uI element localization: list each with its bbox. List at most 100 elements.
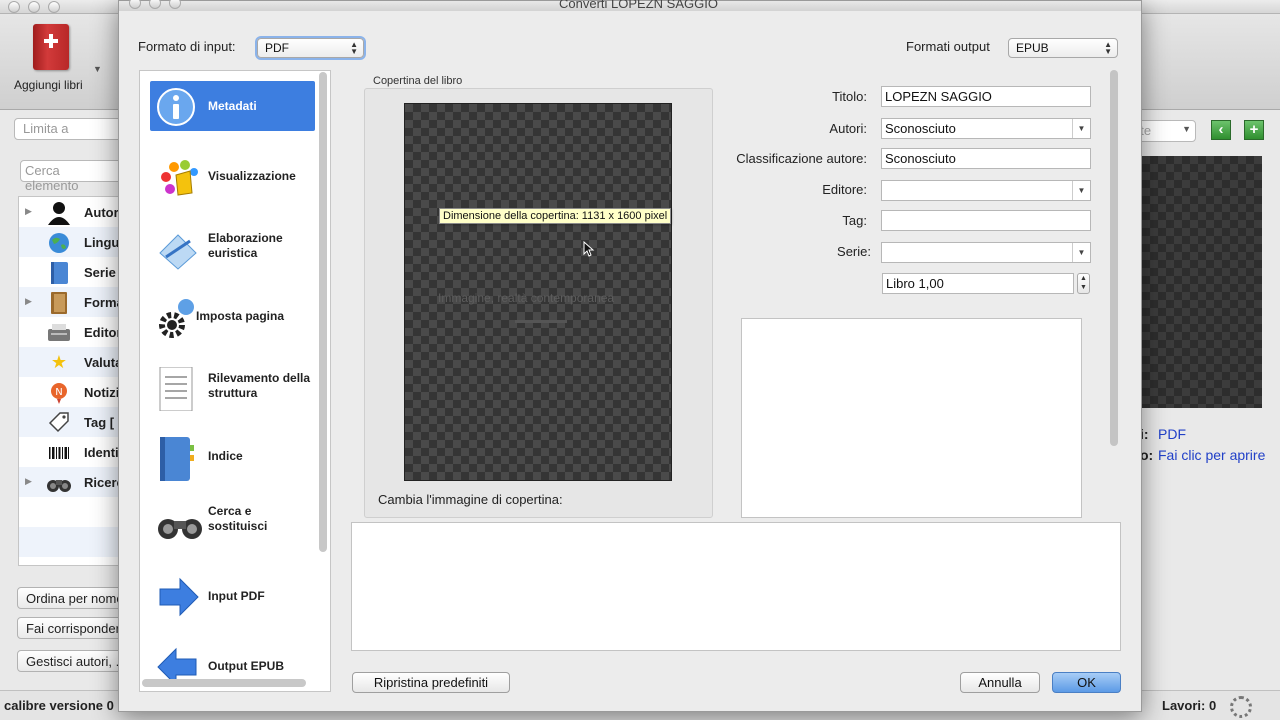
output-format-select[interactable]: EPUB ▲ ▼ (1008, 38, 1118, 58)
book-icon (46, 291, 72, 314)
tag-browser-row-identifiers[interactable]: Identificatori (19, 437, 129, 467)
tag-browser-row-series[interactable]: Serie (19, 257, 129, 287)
document-icon (156, 366, 196, 412)
nav-item-label: Metadati (208, 99, 257, 113)
authors-combo[interactable]: Sconosciuto ▼ (881, 118, 1091, 139)
ok-button[interactable]: OK (1052, 672, 1121, 693)
dialog-minimize-button[interactable] (149, 0, 161, 9)
close-window-button[interactable] (8, 1, 20, 13)
back-arrow-icon[interactable]: ‹ (1211, 120, 1231, 140)
star-icon: ★ (50, 352, 68, 372)
chevron-down-icon[interactable]: ▼ (93, 64, 102, 74)
input-format-value: PDF (265, 41, 289, 55)
globe-icon (46, 231, 72, 253)
restore-defaults-button[interactable]: Ripristina predefiniti (352, 672, 510, 693)
output-format-value: EPUB (1016, 41, 1049, 55)
nav-item-label: Cerca e sostituisci (208, 504, 268, 533)
chevron-down-icon[interactable]: ▼ (1072, 243, 1090, 262)
publisher-label: Editore: (822, 182, 867, 197)
calibre-version-label: calibre versione 0 (4, 698, 114, 713)
nav-item-structure-detection[interactable]: Rilevamento della struttura (150, 361, 315, 412)
jobs-counter[interactable]: Lavori: 0 (1162, 698, 1216, 713)
tag-browser-row-languages[interactable]: Lingue (19, 227, 129, 257)
details-path-link[interactable]: Fai clic per aprire (1158, 447, 1268, 464)
nav-item-metadata[interactable]: Metadati (150, 81, 315, 131)
expand-arrow-icon[interactable]: ▶ (25, 296, 32, 307)
cover-faint-line (515, 320, 567, 323)
chevron-down-icon[interactable]: ▼ (1072, 181, 1090, 200)
up-down-arrows-icon: ▲ ▼ (1104, 40, 1112, 56)
manage-authors-button[interactable]: Gestisci autori, ... (17, 650, 127, 672)
add-books-button-label[interactable]: Aggiungi libri (14, 78, 83, 92)
tag-browser-row-publishers[interactable]: Editori (19, 317, 129, 347)
nav-item-pdf-input[interactable]: Input PDF (150, 571, 315, 621)
cover-faint-title: Immagine, realtà contemporanea (438, 291, 615, 305)
nav-item-page-setup[interactable]: Imposta pagina (150, 291, 315, 341)
busy-spinner-icon (1230, 696, 1252, 718)
nav-item-heuristics[interactable]: Elaborazione euristica (150, 221, 315, 271)
input-format-select[interactable]: PDF ▲ ▼ (257, 38, 364, 58)
nav-item-label: Output EPUB (208, 659, 284, 673)
tag-icon (46, 411, 72, 433)
title-field[interactable]: LOPEZN SAGGIO (881, 86, 1091, 107)
barcode-icon (46, 441, 72, 463)
wand-icon (156, 227, 197, 270)
title-label: Titolo: (832, 89, 867, 104)
sort-by-name-button[interactable]: Ordina per nome (17, 587, 127, 609)
dialog-title: Converti LOPEZN SAGGIO (559, 0, 718, 11)
nav-item-search-replace[interactable]: Cerca e sostituisci (150, 501, 315, 551)
add-books-icon[interactable] (33, 24, 69, 70)
match-button[interactable]: Fai corrispondere (17, 617, 127, 639)
details-formats-link[interactable]: PDF (1158, 426, 1186, 442)
tag-browser-row-rating[interactable]: ★ Valutazione (19, 347, 129, 377)
form-vertical-scrollbar[interactable] (1110, 70, 1118, 446)
authors-value: Sconosciuto (885, 121, 956, 136)
tags-field[interactable] (881, 210, 1091, 231)
zoom-window-button[interactable] (48, 1, 60, 13)
tag-browser-row-authors[interactable]: ▶ Autori (19, 197, 129, 227)
notebook-icon (156, 437, 196, 481)
help-text-area (351, 522, 1121, 651)
tag-browser-row-tags[interactable]: Tag [ (19, 407, 129, 437)
binoculars-icon (46, 471, 72, 493)
publisher-combo[interactable]: ▼ (881, 180, 1091, 201)
series-index-stepper[interactable]: ▲ ▼ (1077, 273, 1090, 294)
author-sort-label: Classificazione autore: (736, 151, 867, 166)
search-item-field[interactable]: Cerca elemento (20, 160, 124, 193)
binoculars-icon (156, 507, 202, 547)
notebook-icon (46, 261, 72, 284)
nav-item-look-and-feel[interactable]: Visualizzazione (150, 151, 315, 201)
news-icon: N (46, 381, 72, 404)
limit-to-field[interactable]: Limita a (14, 118, 124, 140)
tag-browser-row-news[interactable]: N Notizie (19, 377, 129, 407)
nav-item-label: Indice (208, 449, 243, 463)
cancel-button[interactable]: Annulla (960, 672, 1040, 693)
svg-text:N: N (55, 387, 62, 398)
nav-item-label: Elaborazione euristica (208, 231, 283, 260)
nav-vertical-scrollbar[interactable] (319, 72, 327, 552)
input-format-label: Formato di input: (138, 39, 236, 54)
person-silhouette-icon (46, 201, 72, 225)
info-icon (156, 87, 196, 127)
expand-arrow-icon[interactable]: ▶ (25, 206, 32, 217)
expand-arrow-icon[interactable]: ▶ (25, 476, 32, 487)
tag-browser-row-searches[interactable]: ▶ Ricerche (19, 467, 129, 497)
cover-size-tooltip: Dimensione della copertina: 1131 x 1600 … (439, 208, 672, 224)
series-combo[interactable]: ▼ (881, 242, 1091, 263)
minimize-window-button[interactable] (28, 1, 40, 13)
series-index-field[interactable]: Libro 1,00 (882, 273, 1074, 294)
chevron-down-icon[interactable]: ▼ (1072, 119, 1090, 138)
tag-browser-row-formats[interactable]: ▶ Formati (19, 287, 129, 317)
dialog-zoom-button[interactable] (169, 0, 181, 9)
nav-horizontal-scrollbar[interactable] (142, 679, 306, 687)
add-plus-icon[interactable]: + (1244, 120, 1264, 140)
dialog-close-button[interactable] (129, 0, 141, 9)
nav-item-label: Visualizzazione (208, 169, 296, 183)
typewriter-icon (46, 321, 72, 343)
nav-item-table-of-contents[interactable]: Indice (150, 431, 315, 481)
comments-editor[interactable] (741, 318, 1082, 518)
up-down-arrows-icon: ▲ ▼ (350, 40, 358, 56)
nav-item-label: Input PDF (208, 589, 265, 603)
book-cover-preview[interactable] (1142, 156, 1262, 408)
author-sort-field[interactable]: Sconosciuto (881, 148, 1091, 169)
